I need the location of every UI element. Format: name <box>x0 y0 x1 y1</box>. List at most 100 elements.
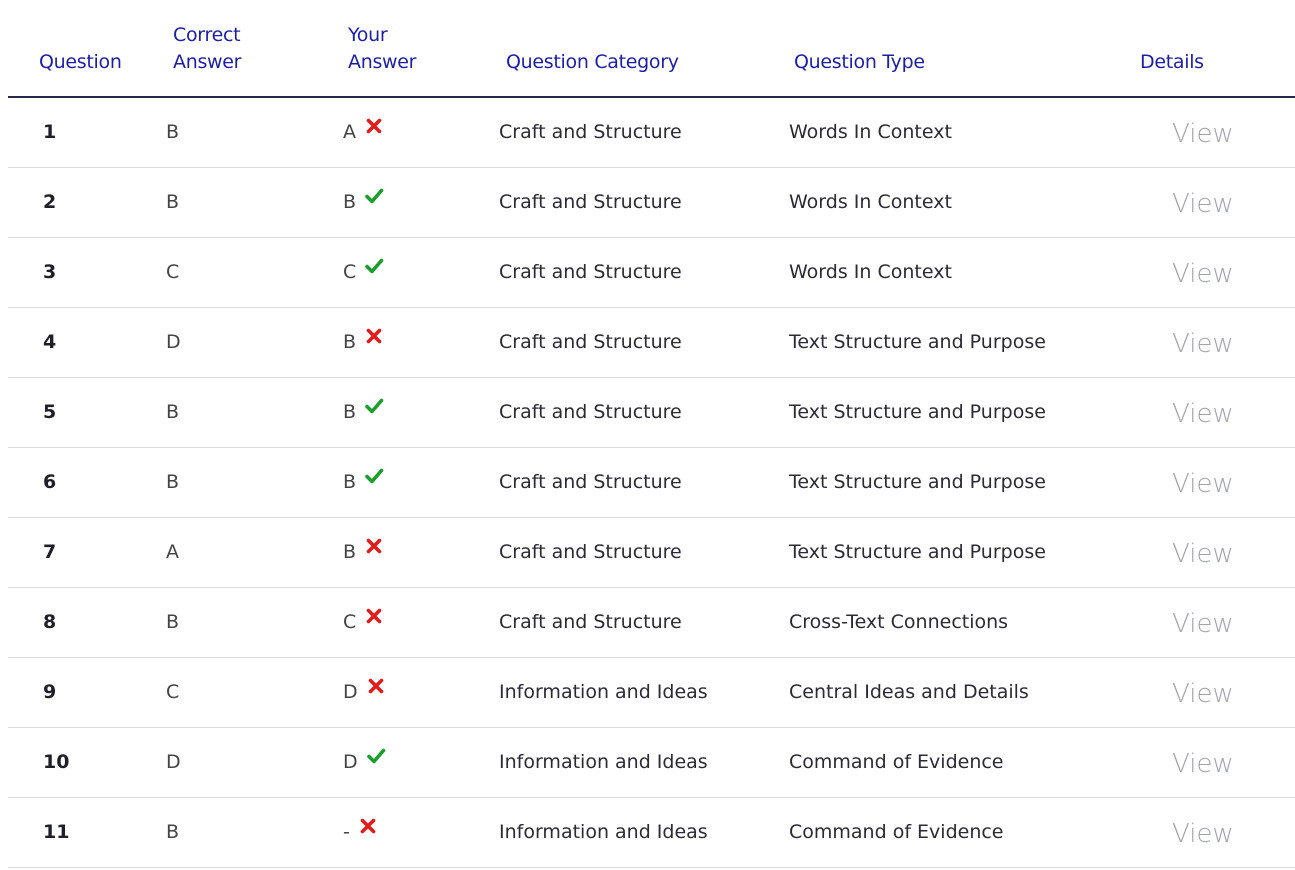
correct-answer: B <box>166 611 180 633</box>
x-icon <box>364 96 384 165</box>
question-category: Information and Ideas <box>499 821 708 843</box>
column-header-question: Question <box>39 51 122 73</box>
question-number: 10 <box>43 751 70 773</box>
your-answer-value: B <box>343 191 357 213</box>
x-icon <box>366 656 386 725</box>
view-details-link[interactable]: View <box>1172 98 1234 167</box>
column-header-question-type: Question Type <box>794 51 925 73</box>
your-answer: B <box>343 448 384 517</box>
question-category: Craft and Structure <box>499 471 682 493</box>
question-number: 5 <box>43 401 57 423</box>
x-icon <box>364 306 384 375</box>
question-number: 3 <box>43 261 57 283</box>
question-type: Command of Evidence <box>789 821 1004 843</box>
your-answer: D <box>343 658 386 727</box>
table-row: 4 D B Craft and Structure Text Structure… <box>8 308 1295 378</box>
view-details-link[interactable]: View <box>1172 658 1234 727</box>
correct-answer: B <box>166 401 180 423</box>
question-category: Craft and Structure <box>499 401 682 423</box>
your-answer-value: A <box>343 121 356 143</box>
your-answer: C <box>343 238 384 307</box>
question-number: 9 <box>43 681 57 703</box>
question-category: Information and Ideas <box>499 681 708 703</box>
x-icon <box>364 516 384 585</box>
table-header: Question Correct Answer Your Answer Ques… <box>8 0 1295 98</box>
question-type: Cross-Text Connections <box>789 611 1009 633</box>
table-row: 1 B A Craft and Structure Words In Conte… <box>8 98 1295 168</box>
table-row: 10 D D Information and Ideas Command of … <box>8 728 1295 798</box>
your-answer: B <box>343 168 384 237</box>
view-details-link[interactable]: View <box>1172 308 1234 377</box>
correct-answer: B <box>166 191 180 213</box>
correct-answer: B <box>166 821 180 843</box>
table-row: 2 B B Craft and Structure Words In Conte… <box>8 168 1295 238</box>
question-number: 11 <box>43 821 70 843</box>
view-details-link[interactable]: View <box>1172 728 1234 797</box>
question-type: Text Structure and Purpose <box>789 401 1046 423</box>
check-icon <box>366 726 386 795</box>
column-header-details: Details <box>1140 51 1204 73</box>
your-answer-value: B <box>343 541 357 563</box>
your-answer-value: D <box>343 751 358 773</box>
your-answer: B <box>343 518 384 587</box>
your-answer-value: B <box>343 401 357 423</box>
your-answer: C <box>343 588 384 657</box>
question-type: Words In Context <box>789 121 952 143</box>
view-details-link[interactable]: View <box>1172 378 1234 447</box>
question-category: Craft and Structure <box>499 191 682 213</box>
view-details-link[interactable]: View <box>1172 168 1234 237</box>
question-type: Words In Context <box>789 261 952 283</box>
table-row: 3 C C Craft and Structure Words In Conte… <box>8 238 1295 308</box>
table-body: 1 B A Craft and Structure Words In Conte… <box>8 98 1295 868</box>
question-number: 6 <box>43 471 57 493</box>
your-answer: B <box>343 308 384 377</box>
check-icon <box>364 236 384 305</box>
table-row: 7 A B Craft and Structure Text Structure… <box>8 518 1295 588</box>
question-category: Craft and Structure <box>499 261 682 283</box>
your-answer-value: C <box>343 261 357 283</box>
your-answer: - <box>343 798 378 867</box>
your-answer: A <box>343 98 384 167</box>
correct-answer: B <box>166 471 180 493</box>
correct-answer: D <box>166 751 181 773</box>
view-details-link[interactable]: View <box>1172 798 1234 867</box>
x-icon <box>364 586 384 655</box>
column-header-your-answer: Your Answer <box>348 24 417 73</box>
your-answer: B <box>343 378 384 447</box>
question-type: Text Structure and Purpose <box>789 541 1046 563</box>
question-number: 4 <box>43 331 57 353</box>
view-details-link[interactable]: View <box>1172 238 1234 307</box>
question-number: 1 <box>43 121 57 143</box>
question-category: Craft and Structure <box>499 331 682 353</box>
check-icon <box>364 376 384 445</box>
view-details-link[interactable]: View <box>1172 448 1234 517</box>
check-icon <box>364 446 384 515</box>
your-answer-value: B <box>343 331 357 353</box>
question-type: Command of Evidence <box>789 751 1004 773</box>
question-number: 7 <box>43 541 57 563</box>
question-category: Information and Ideas <box>499 751 708 773</box>
question-category: Craft and Structure <box>499 611 682 633</box>
table-row: 8 B C Craft and Structure Cross-Text Con… <box>8 588 1295 658</box>
x-icon <box>358 796 378 865</box>
results-table: Question Correct Answer Your Answer Ques… <box>8 0 1295 868</box>
column-header-correct-answer: Correct Answer <box>173 24 242 73</box>
correct-answer: C <box>166 261 180 283</box>
correct-answer: C <box>166 681 180 703</box>
check-icon <box>364 166 384 235</box>
question-category: Craft and Structure <box>499 121 682 143</box>
column-header-question-category: Question Category <box>506 51 679 73</box>
your-answer-value: D <box>343 681 358 703</box>
question-type: Text Structure and Purpose <box>789 471 1046 493</box>
your-answer-value: C <box>343 611 357 633</box>
table-row: 6 B B Craft and Structure Text Structure… <box>8 448 1295 518</box>
view-details-link[interactable]: View <box>1172 518 1234 587</box>
question-category: Craft and Structure <box>499 541 682 563</box>
view-details-link[interactable]: View <box>1172 588 1234 657</box>
correct-answer: A <box>166 541 179 563</box>
your-answer: D <box>343 728 386 797</box>
question-number: 8 <box>43 611 57 633</box>
question-type: Text Structure and Purpose <box>789 331 1046 353</box>
question-number: 2 <box>43 191 57 213</box>
question-type: Central Ideas and Details <box>789 681 1029 703</box>
